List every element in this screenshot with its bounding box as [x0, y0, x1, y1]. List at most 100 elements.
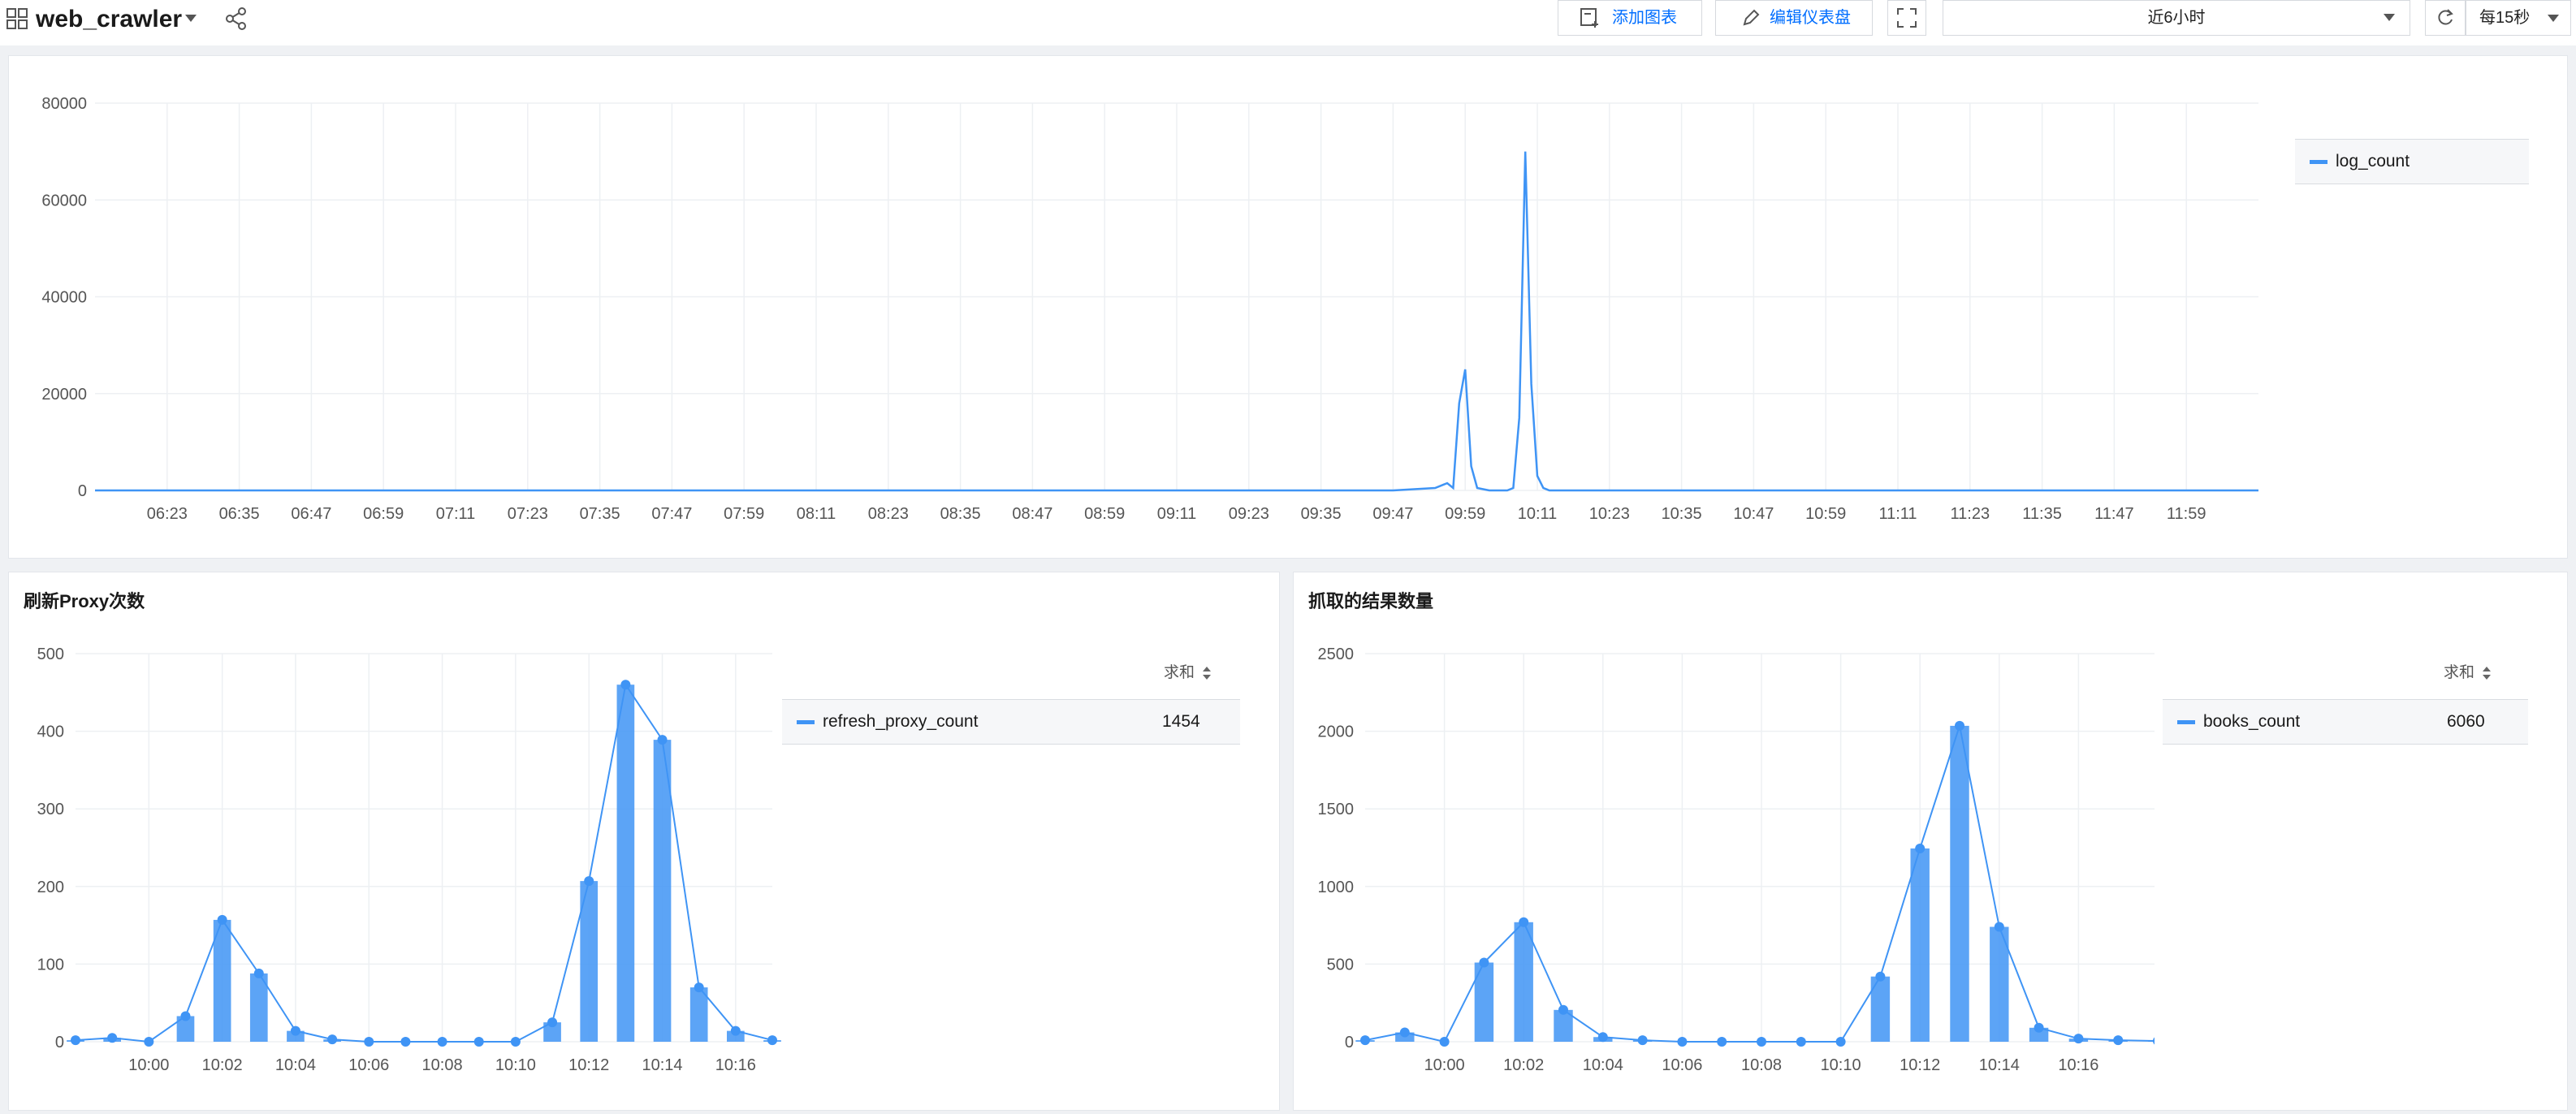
x-tick-label: 07:23 [508, 505, 548, 523]
bar [616, 684, 635, 1042]
data-point [620, 680, 631, 690]
y-tick-label: 0 [1345, 1034, 1354, 1051]
data-point [1796, 1037, 1806, 1047]
y-tick-label: 2000 [1318, 723, 1355, 741]
y-tick-label: 100 [37, 956, 64, 974]
add-chart-label: 添加图表 [1612, 9, 1677, 27]
data-point [657, 735, 668, 745]
data-point [327, 1034, 338, 1045]
chevron-down-icon[interactable] [185, 15, 197, 22]
chevron-down-icon [2384, 14, 2395, 21]
fullscreen-icon [1897, 8, 1917, 28]
x-tick-label: 10:12 [1900, 1056, 1940, 1074]
y-tick-label: 0 [78, 482, 87, 500]
x-tick-label: 10:08 [1741, 1056, 1782, 1074]
data-point [730, 1025, 741, 1036]
data-point [767, 1035, 777, 1046]
x-tick-label: 10:16 [715, 1056, 756, 1074]
x-tick-label: 10:00 [128, 1056, 169, 1074]
books-count-legend: 求和 books_count 6060 [2163, 654, 2528, 751]
data-point [510, 1037, 521, 1047]
edit-dashboard-label: 编辑仪表盘 [1770, 9, 1851, 27]
x-tick-label: 06:23 [147, 505, 188, 523]
data-point [1757, 1037, 1766, 1047]
x-tick-label: 06:35 [219, 505, 260, 523]
log-count-chart: 0 20000 40000 60000 80000 06:23 06:35 06:47 06:5… [41, 95, 2258, 523]
refresh-interval-value: 每15秒 [2479, 9, 2531, 27]
data-point [547, 1017, 558, 1028]
books-count-chart: 0 500 1000 1500 2000 2500 10:00 10:02 10:04 10:06… [1318, 646, 2155, 1074]
bar [1910, 848, 1930, 1042]
y-tick-label: 2500 [1318, 646, 1355, 663]
books-count-panel: 抓取的结果数量 0 500 1000 1500 2000 2500 10:00 10:02 10… [1293, 572, 2568, 1111]
data-point [437, 1037, 447, 1047]
x-tick-label: 07:11 [436, 505, 476, 523]
x-tick-label: 10:00 [1424, 1056, 1465, 1074]
x-tick-label: 09:47 [1372, 505, 1413, 523]
x-tick-label: 07:47 [651, 505, 692, 523]
data-point [1677, 1037, 1688, 1047]
data-point [2153, 1037, 2155, 1045]
x-tick-label: 09:35 [1301, 505, 1342, 523]
data-point [290, 1025, 300, 1036]
x-tick-label: 10:23 [1589, 505, 1630, 523]
x-tick-label: 07:59 [724, 505, 764, 523]
x-tick-label: 10:14 [1979, 1056, 2020, 1074]
legend-item[interactable]: books_count 6060 [2163, 699, 2528, 745]
data-point [400, 1037, 411, 1047]
x-tick-label: 11:35 [2022, 505, 2062, 523]
x-tick-label: 10:59 [1805, 505, 1846, 523]
x-tick-label: 07:35 [580, 505, 620, 523]
legend-series-name: refresh_proxy_count [823, 712, 979, 731]
x-tick-label: 08:35 [940, 505, 981, 523]
time-range-select[interactable]: 近6小时 [1943, 0, 2410, 36]
add-chart-button[interactable]: 添加图表 [1558, 0, 1702, 36]
legend-sum-header[interactable]: 求和 [1164, 660, 1212, 682]
series-swatch [797, 720, 815, 724]
data-point [2034, 1022, 2044, 1033]
legend-item[interactable]: refresh_proxy_count 1454 [782, 699, 1240, 745]
data-point [364, 1037, 374, 1047]
x-tick-label: 10:12 [568, 1056, 609, 1074]
x-tick-label: 10:02 [202, 1056, 243, 1074]
dashboard-title[interactable]: web_crawler [36, 5, 182, 34]
legend-item[interactable]: log_count [2295, 139, 2529, 184]
data-point [1835, 1037, 1846, 1047]
data-point [107, 1033, 118, 1043]
x-tick-label: 10:06 [348, 1056, 389, 1074]
log-count-panel: 0 20000 40000 60000 80000 06:23 06:35 06:47 06:5… [8, 55, 2568, 559]
data-point [180, 1011, 191, 1021]
x-tick-label: 11:11 [1878, 505, 1917, 523]
y-tick-label: 20000 [41, 386, 87, 404]
top-bar: web_crawler 添加图表 编辑仪表盘 近6小时 每15秒 [0, 0, 2576, 45]
x-tick-label: 11:23 [1951, 505, 1990, 523]
y-tick-label: 60000 [41, 192, 87, 209]
data-point [1717, 1037, 1727, 1047]
x-tick-label: 09:59 [1445, 505, 1485, 523]
legend-sum-header[interactable]: 求和 [2444, 660, 2492, 682]
series-swatch [2177, 720, 2195, 724]
x-tick-label: 10:35 [1662, 505, 1702, 523]
x-tick-label: 10:14 [642, 1056, 682, 1074]
x-tick-label: 10:10 [495, 1056, 536, 1074]
data-point [1994, 922, 2004, 932]
data-point [1439, 1037, 1450, 1047]
sort-icon [1203, 666, 1212, 680]
y-tick-label: 500 [37, 646, 64, 663]
edit-dashboard-button[interactable]: 编辑仪表盘 [1715, 0, 1873, 36]
legend-series-name: log_count [2336, 152, 2410, 171]
data-point [1597, 1032, 1608, 1043]
data-point [144, 1037, 154, 1047]
x-tick-label: 10:47 [1733, 505, 1774, 523]
x-tick-label: 09:23 [1229, 505, 1269, 523]
y-tick-label: 80000 [41, 95, 87, 113]
refresh-button[interactable] [2425, 0, 2466, 36]
data-point [473, 1037, 484, 1047]
x-tick-label: 10:08 [422, 1056, 463, 1074]
data-point [1360, 1035, 1370, 1046]
share-icon[interactable] [224, 6, 249, 31]
refresh-interval-select[interactable]: 每15秒 [2466, 0, 2571, 36]
x-tick-label: 08:23 [868, 505, 909, 523]
fullscreen-button[interactable] [1887, 0, 1926, 36]
y-tick-label: 0 [55, 1034, 64, 1051]
